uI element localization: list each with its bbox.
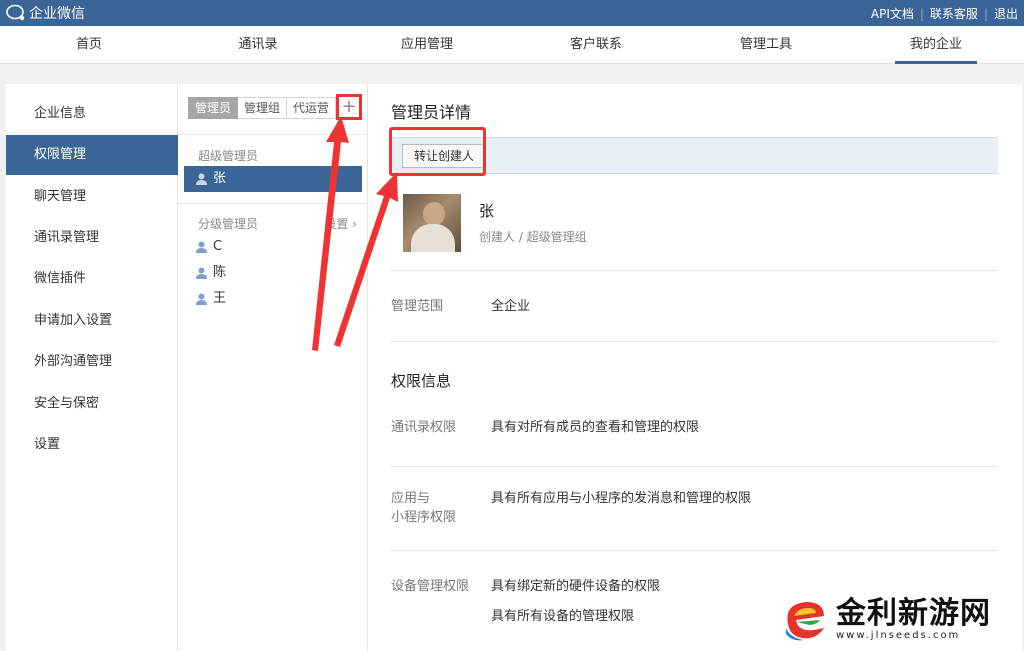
admin-name: 王 [213, 291, 227, 306]
admin-list-panel: 管理员 管理组 代运营 + 超级管理员 张 分级管理员 设置 › C 陈 王 [178, 84, 368, 651]
divider [390, 341, 998, 342]
separator: | [983, 6, 988, 21]
contact-support-link[interactable]: 联系客服 [930, 5, 978, 22]
nav-contacts[interactable]: 通讯录 [217, 26, 299, 64]
sidebar-item-join-settings[interactable]: 申请加入设置 [6, 301, 178, 341]
user-icon [196, 173, 207, 185]
admin-name: 陈 [213, 265, 227, 280]
apps-permission-value: 具有所有应用与小程序的发消息和管理的权限 [491, 491, 752, 506]
separator: | [919, 6, 924, 21]
avatar [403, 194, 461, 252]
contacts-permission-label: 通讯录权限 [391, 420, 457, 435]
sidebar-item-contacts-management[interactable]: 通讯录管理 [6, 218, 178, 258]
wework-logo-icon [6, 4, 25, 21]
super-admin-title: 超级管理员 [198, 149, 259, 163]
content-panel: 企业信息 权限管理 聊天管理 通讯录管理 微信插件 申请加入设置 外部沟通管理 … [6, 84, 1022, 651]
admin-detail-name: 张 [479, 202, 495, 220]
divider [390, 466, 998, 467]
nav-app-management[interactable]: 应用管理 [386, 26, 468, 64]
sidebar-item-settings[interactable]: 设置 [6, 425, 178, 465]
scope-value: 全企业 [491, 299, 531, 314]
watermark-logo-icon [786, 602, 824, 641]
watermark-brand: 金利新游网 [836, 595, 991, 631]
nav-my-enterprise[interactable]: 我的企业 [895, 26, 977, 64]
device-permission-value-1: 具有绑定新的硬件设备的权限 [491, 579, 661, 594]
divider [390, 270, 998, 271]
watermark-url: www.jlnseeds.com [836, 629, 961, 641]
device-permission-value-2: 具有所有设备的管理权限 [491, 609, 635, 624]
tab-admin-groups[interactable]: 管理组 [238, 97, 288, 119]
user-icon [196, 293, 207, 305]
admin-detail-role: 创建人 / 超级管理组 [479, 230, 587, 244]
admin-tabs: 管理员 管理组 代运营 [188, 97, 337, 119]
device-permission-label: 设备管理权限 [391, 579, 470, 594]
sidebar: 企业信息 权限管理 聊天管理 通讯录管理 微信插件 申请加入设置 外部沟通管理 … [6, 84, 178, 651]
top-bar: 企业微信 API文档 | 联系客服 | 退出 [0, 0, 1024, 26]
user-icon [196, 267, 207, 279]
settings-label: 设置 [324, 217, 349, 231]
divider [178, 203, 368, 204]
admin-item-chen[interactable]: 陈 [184, 260, 362, 286]
apps-permission-label-line2: 小程序权限 [391, 510, 457, 525]
nav-management-tools[interactable]: 管理工具 [725, 26, 807, 64]
nav-customer-contact[interactable]: 客户联系 [555, 26, 637, 64]
admin-item-wang[interactable]: 王 [184, 286, 362, 312]
sidebar-item-enterprise-info[interactable]: 企业信息 [6, 94, 178, 134]
tab-admins[interactable]: 管理员 [188, 97, 239, 119]
page-title: 管理员详情 [391, 103, 472, 122]
admin-item-zhang[interactable]: 张 [184, 166, 362, 192]
watermark: 金利新游网 www.jlnseeds.com [780, 590, 1020, 648]
chevron-right-icon: › [352, 217, 357, 231]
divider [178, 134, 368, 135]
tab-agency-operation[interactable]: 代运营 [287, 97, 337, 119]
permissions-title: 权限信息 [391, 372, 452, 390]
action-bar: 转让创建人 [390, 137, 998, 174]
admin-name: C [213, 239, 223, 254]
avatar-body [411, 224, 455, 252]
admin-name: 张 [213, 171, 227, 186]
nav-home[interactable]: 首页 [48, 26, 130, 64]
avatar-head [423, 202, 445, 226]
sidebar-item-chat-management[interactable]: 聊天管理 [6, 177, 178, 217]
sidebar-item-security[interactable]: 安全与保密 [6, 384, 178, 424]
contacts-permission-value: 具有对所有成员的查看和管理的权限 [491, 420, 700, 435]
admin-item-c[interactable]: C [184, 234, 362, 260]
api-docs-link[interactable]: API文档 [871, 5, 914, 22]
transfer-creator-button[interactable]: 转让创建人 [402, 144, 487, 168]
scope-label: 管理范围 [391, 299, 444, 314]
watermark-text: 金利新游网 www.jlnseeds.com [836, 595, 991, 641]
user-icon [196, 241, 207, 253]
main-nav: 首页 通讯录 应用管理 客户联系 管理工具 我的企业 [0, 26, 1024, 64]
divider [390, 550, 998, 551]
sidebar-item-wechat-plugin[interactable]: 微信插件 [6, 259, 178, 299]
apps-permission-label-line1: 应用与 [391, 491, 431, 506]
app-logo[interactable]: 企业微信 [6, 3, 85, 23]
admin-detail: 管理员详情 转让创建人 张 创建人 / 超级管理组 管理范围 全企业 权限信息 … [368, 84, 1022, 651]
app-title: 企业微信 [29, 6, 85, 22]
sidebar-item-external-communication[interactable]: 外部沟通管理 [6, 342, 178, 382]
top-links: API文档 | 联系客服 | 退出 [871, 5, 1018, 22]
logout-link[interactable]: 退出 [994, 5, 1018, 22]
sidebar-item-permissions[interactable]: 权限管理 [6, 135, 178, 175]
sub-admin-title: 分级管理员 [198, 217, 259, 231]
sub-admin-settings-link[interactable]: 设置 › [324, 215, 357, 232]
add-admin-button[interactable]: + [336, 94, 362, 120]
